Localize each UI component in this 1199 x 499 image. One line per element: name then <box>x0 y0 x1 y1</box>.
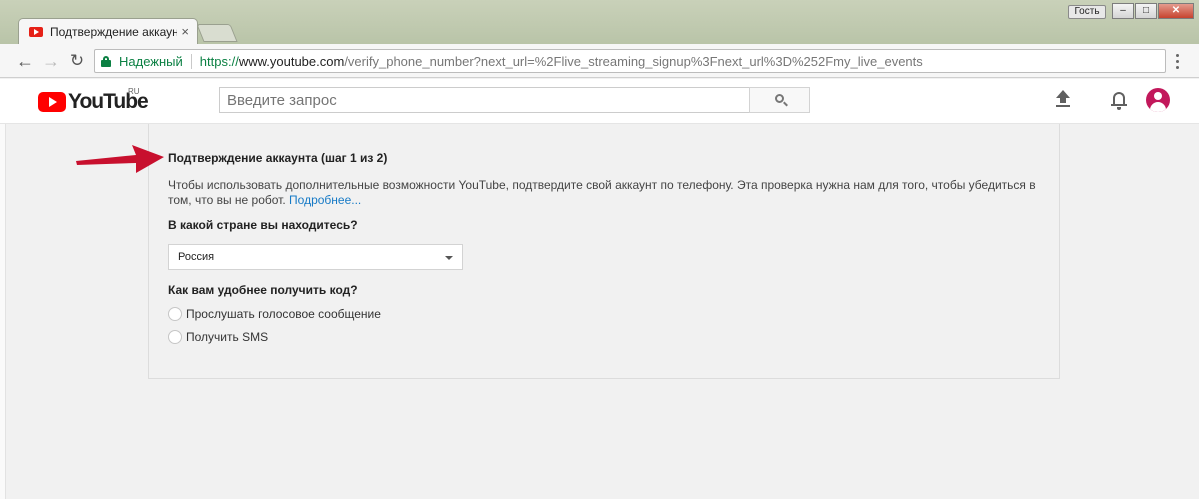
back-button[interactable]: ← <box>14 50 36 72</box>
country-select[interactable]: Россия <box>168 244 463 270</box>
address-bar[interactable]: Надежный https://www.youtube.com/verify_… <box>94 49 1166 73</box>
bell-icon[interactable] <box>1110 90 1128 110</box>
reload-button[interactable]: ↻ <box>66 50 88 72</box>
voice-radio[interactable] <box>168 307 182 321</box>
browser-titlebar: Подтверждение аккаунт × Гость – □ ✕ <box>0 0 1199 44</box>
url-path: /verify_phone_number?next_url=%2Flive_st… <box>344 53 923 69</box>
country-selected-value: Россия <box>178 251 215 263</box>
verification-description: Чтобы использовать дополнительные возмож… <box>168 178 1048 208</box>
guest-profile-button[interactable]: Гость <box>1068 5 1106 19</box>
new-tab-button[interactable] <box>196 24 238 42</box>
minimize-button[interactable]: – <box>1112 3 1134 19</box>
voice-option-label: Прослушать голосовое сообщение <box>186 307 381 321</box>
sms-option[interactable]: Получить SMS <box>168 330 268 344</box>
url-protocol: https:// <box>199 53 239 69</box>
maximize-button[interactable]: □ <box>1135 3 1157 19</box>
method-question: Как вам удобнее получить код? <box>168 283 358 297</box>
voice-option[interactable]: Прослушать голосовое сообщение <box>168 307 381 321</box>
search-input[interactable] <box>219 87 749 113</box>
verification-card: Подтверждение аккаунта (шаг 1 из 2) Чтоб… <box>148 124 1060 379</box>
browser-toolbar: ← → ↻ Надежный https://www.youtube.com/v… <box>0 44 1199 78</box>
sms-option-label: Получить SMS <box>186 330 269 344</box>
browser-tab[interactable]: Подтверждение аккаунт × <box>18 18 198 44</box>
menu-icon[interactable] <box>1176 54 1180 72</box>
tab-close-icon[interactable]: × <box>181 24 189 39</box>
lock-icon <box>101 55 111 67</box>
youtube-header: YouTube RU <box>0 79 1199 124</box>
page-title: Подтверждение аккаунта (шаг 1 из 2) <box>168 151 388 165</box>
search-icon <box>775 94 788 107</box>
chevron-down-icon <box>445 256 453 260</box>
country-question: В какой стране вы находитесь? <box>168 218 358 232</box>
url-host: www.youtube.com <box>238 53 345 69</box>
youtube-play-icon <box>38 92 66 112</box>
sms-radio[interactable] <box>168 330 182 344</box>
tab-title: Подтверждение аккаунт <box>50 24 178 39</box>
learn-more-link[interactable]: Подробнее... <box>289 193 361 207</box>
region-code: RU <box>128 87 140 96</box>
upload-icon[interactable] <box>1055 90 1071 108</box>
avatar-icon[interactable] <box>1146 88 1170 112</box>
close-window-button[interactable]: ✕ <box>1158 3 1194 19</box>
left-edge-strip <box>0 124 6 499</box>
address-separator <box>190 53 192 69</box>
search-button[interactable] <box>749 87 810 113</box>
forward-button[interactable]: → <box>40 50 62 72</box>
annotation-arrow-icon <box>76 145 164 173</box>
secure-label: Надежный <box>119 53 183 69</box>
youtube-logo[interactable]: YouTube RU <box>38 87 149 114</box>
youtube-favicon-icon <box>29 26 43 37</box>
